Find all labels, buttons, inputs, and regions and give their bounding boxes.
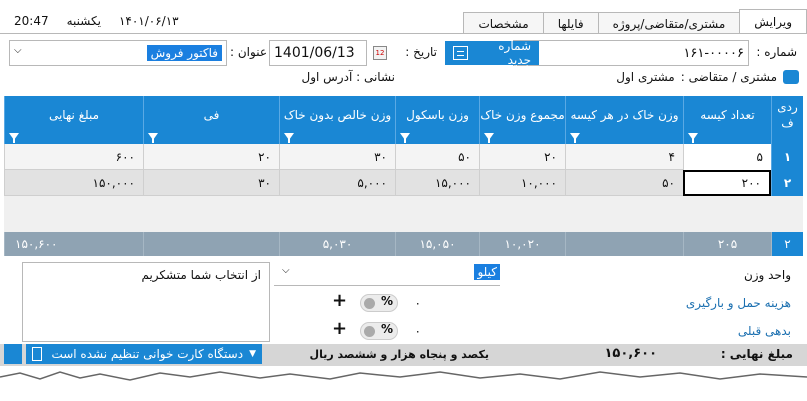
clock-time: 20:47 [14, 14, 49, 28]
filter-icon[interactable] [688, 133, 698, 143]
percent-toggle[interactable]: % [360, 294, 398, 312]
title-label: عنوان : [230, 45, 267, 59]
col-net[interactable]: وزن خالص بدون خاک [279, 96, 395, 144]
list-icon [453, 46, 469, 60]
amount-in-words: یکصد و پنجاه هزار و ششصد ریال [309, 348, 489, 361]
prev-debt-label[interactable]: بدهی قبلی [738, 324, 791, 338]
memo-field[interactable]: از انتخاب شما متشکریم [22, 262, 270, 342]
tab-customer-project[interactable]: مشتری/متقاضی/پروژه [597, 12, 741, 34]
new-number-label: شماره جدید [498, 39, 531, 67]
number-label: شماره : [756, 45, 797, 59]
weight-unit-combo[interactable]: کیلو ⌵ [274, 262, 500, 286]
col-soil-per-bag[interactable]: وزن خاک در هر کیسه [565, 96, 683, 144]
col-soil-total[interactable]: مجموع وزن خاک [479, 96, 565, 144]
customer-row: مشتری / متقاضی : مشتری اول [616, 70, 799, 84]
totals-row: ۲ ۲۰۵ ۱۰,۰۲۰ ۱۵,۰۵۰ ۵,۰۳۰ ۱۵۰,۶۰۰ [4, 232, 803, 256]
card-reader-status[interactable]: ▼ دستگاه کارت خوانی تنظیم نشده است [26, 344, 262, 364]
col-row[interactable]: ردی ف [771, 96, 803, 144]
col-fee[interactable]: فی [143, 96, 279, 144]
shipping-label[interactable]: هزینه حمل و بارگیری [686, 296, 791, 310]
clock-date: ۱۴۰۱/۰۶/۱۳ [118, 14, 179, 28]
chevron-down-icon: ▼ [249, 349, 256, 359]
clock: ۱۴۰۱/۰۶/۱۳ یکشنبه 20:47 [14, 14, 179, 28]
prev-debt-value[interactable]: ۰ [415, 324, 421, 338]
filter-icon[interactable] [570, 133, 580, 143]
final-amount-value: ۱۵۰,۶۰۰ [604, 346, 657, 361]
clock-day: یکشنبه [66, 14, 101, 28]
filter-icon[interactable] [284, 133, 294, 143]
invoice-window: ویرایش مشتری/متقاضی/پروژه فایلها مشخصات … [0, 0, 807, 401]
date-field[interactable]: 1401/06/13 [269, 40, 367, 66]
table-row[interactable]: ۲ ۲۰۰ ۵۰ ۱۰,۰۰۰ ۱۵,۰۰۰ ۵,۰۰۰ ۳۰ ۱۵۰,۰۰۰ [4, 170, 803, 196]
percent-toggle[interactable]: % [360, 322, 398, 340]
col-bags[interactable]: تعداد کیسه [683, 96, 771, 144]
tab-details[interactable]: مشخصات [463, 12, 544, 34]
weight-unit-value: کیلو [474, 264, 500, 280]
items-grid: ردی ف تعداد کیسه وزن خاک در هر کیسه مجمو… [4, 96, 803, 256]
address-label: نشانی : آدرس اول [301, 70, 396, 84]
tab-bar: ویرایش مشتری/متقاضی/پروژه فایلها مشخصات [463, 9, 807, 34]
new-number-button[interactable]: شماره جدید [445, 39, 539, 67]
tab-divider [0, 33, 807, 34]
shipping-value[interactable]: ۰ [415, 296, 421, 310]
date-label: تاریخ : [405, 45, 437, 59]
col-scale[interactable]: وزن باسکول [395, 96, 479, 144]
plus-icon[interactable]: + [332, 318, 347, 339]
title-value: فاکتور فروش [146, 45, 222, 61]
filter-icon[interactable] [148, 133, 158, 143]
filter-icon[interactable] [9, 133, 19, 143]
empty-area [4, 196, 803, 232]
chevron-down-icon: ⌵ [14, 45, 22, 56]
final-amount-label: مبلغ نهایی : [720, 347, 793, 361]
plus-icon[interactable]: + [332, 290, 347, 311]
header-row: شماره : ۱۶۱-۰۰۰۰۶ شماره جدید تاریخ : 12 … [0, 39, 807, 67]
calendar-icon[interactable]: 12 [373, 46, 387, 60]
chevron-down-icon[interactable]: ⌵ [282, 265, 290, 276]
people-icon [783, 70, 799, 84]
active-cell-editor[interactable]: ۲۰۰ [683, 170, 771, 196]
calculator-icon[interactable] [4, 344, 22, 364]
tab-files[interactable]: فایلها [542, 12, 599, 34]
weight-unit-label: واحد وزن [743, 268, 791, 282]
tab-edit[interactable]: ویرایش [739, 9, 807, 34]
number-field[interactable]: ۱۶۱-۰۰۰۰۶ [513, 40, 749, 66]
customer-value[interactable]: مشتری اول [616, 70, 674, 84]
torn-edge [0, 371, 807, 401]
grid-header: ردی ف تعداد کیسه وزن خاک در هر کیسه مجمو… [4, 96, 803, 144]
filter-icon[interactable] [400, 133, 410, 143]
filter-icon[interactable] [484, 133, 494, 143]
title-combo[interactable]: فاکتور فروش ⌵ [9, 40, 227, 66]
col-final[interactable]: مبلغ نهایی [4, 96, 143, 144]
customer-label: مشتری / متقاضی : [680, 70, 777, 84]
card-reader-icon [32, 347, 42, 361]
table-row[interactable]: ۱ ۵ ۴ ۲۰ ۵۰ ۳۰ ۲۰ ۶۰۰ [4, 144, 803, 170]
